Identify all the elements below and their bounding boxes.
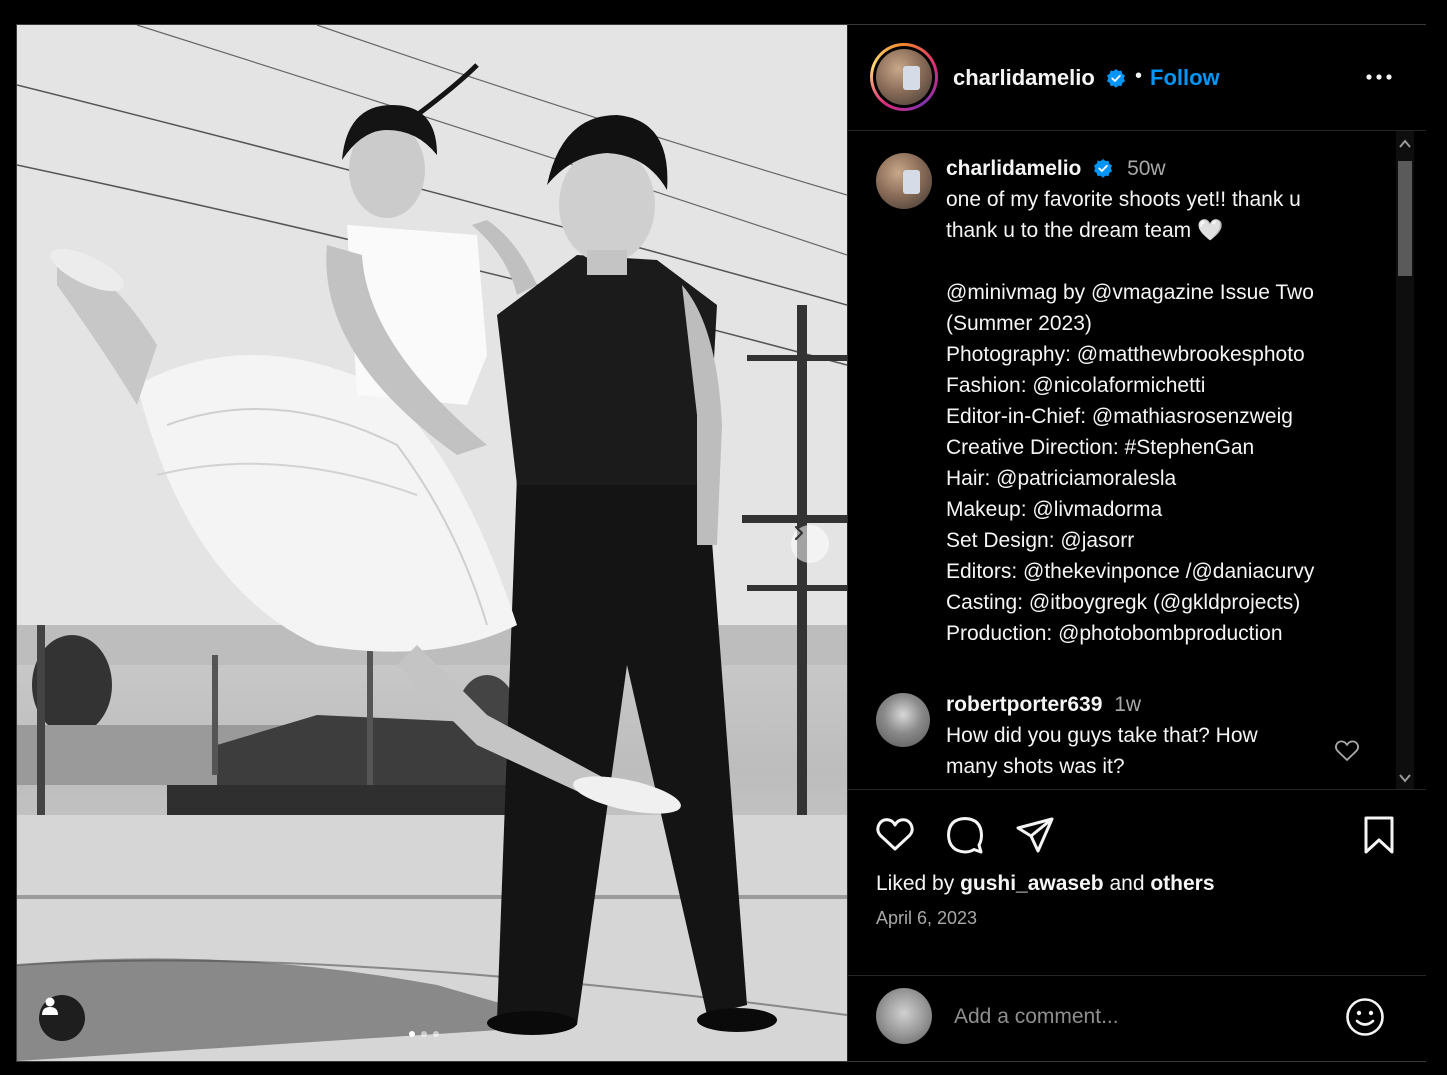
comment-composer <box>848 975 1426 1062</box>
liked-by-prefix: Liked by <box>876 872 961 895</box>
scrollbar-thumb[interactable] <box>1398 161 1412 276</box>
post-date[interactable]: April 6, 2023 <box>876 908 977 929</box>
caption-text-line: Fashion: @nicolaformichetti <box>946 374 1206 397</box>
verified-badge-icon <box>1107 69 1125 88</box>
comment-input[interactable] <box>952 998 1336 1036</box>
separator-dot: • <box>1135 65 1143 87</box>
comment-timestamp[interactable]: 1w <box>1114 693 1141 716</box>
caption-text-line: thank u to the dream team 🤍 <box>946 219 1224 242</box>
comment-text-line: How did you guys take that? How <box>946 724 1258 747</box>
chevron-right-icon <box>794 525 804 541</box>
verified-badge-icon <box>1094 159 1113 178</box>
carousel-indicator <box>409 1031 439 1037</box>
save-bookmark-icon[interactable] <box>1358 814 1400 856</box>
caption-text-line: @minivmag by @vmagazine Issue Two <box>946 281 1314 304</box>
caption-text-line: Set Design: @jasorr <box>946 529 1135 552</box>
scroll-up-arrow-icon[interactable] <box>1398 137 1412 151</box>
post-modal: charlidamelio • Follow charlidamelio 50w… <box>16 24 1426 1062</box>
post-header: charlidamelio • Follow <box>848 25 1426 131</box>
carousel-dot <box>433 1031 439 1037</box>
share-paper-plane-icon[interactable] <box>1014 814 1056 856</box>
caption-text-line: (Summer 2023) <box>946 312 1092 335</box>
liked-by-user[interactable]: gushi_awaseb <box>960 872 1104 895</box>
emoji-smiley-icon[interactable] <box>1344 996 1386 1038</box>
scroll-down-arrow-icon[interactable] <box>1398 771 1412 785</box>
author-avatar <box>876 49 932 105</box>
next-image-button[interactable] <box>791 525 829 563</box>
caption-text-line: Editors: @thekevinponce /@daniacurvy <box>946 560 1315 583</box>
current-user-avatar <box>876 988 932 1044</box>
comment-like-heart-icon[interactable] <box>1334 739 1360 763</box>
user-icon <box>42 997 58 1015</box>
comments-list[interactable]: charlidamelio 50w one of my favorite sho… <box>848 131 1426 789</box>
liked-by-others[interactable]: others <box>1150 872 1214 895</box>
like-heart-icon[interactable] <box>874 814 916 856</box>
post-actions: Liked by gushi_awaseb and others April 6… <box>848 789 1426 976</box>
comment-text-line: many shots was it? <box>946 755 1125 778</box>
author-username[interactable]: charlidamelio <box>953 65 1095 91</box>
author-avatar-story-ring[interactable] <box>870 43 938 111</box>
commenter-avatar[interactable] <box>876 693 930 747</box>
caption-author-avatar[interactable] <box>876 153 932 209</box>
liked-by-and: and <box>1103 872 1151 895</box>
comments-scrollbar[interactable] <box>1396 131 1414 789</box>
photo-illustration <box>17 25 847 1061</box>
liked-by-text: Liked by gushi_awaseb and others <box>876 872 1215 896</box>
caption-text-line: Editor-in-Chief: @mathiasrosenzweig <box>946 405 1293 428</box>
caption-text-line: Makeup: @livmadorma <box>946 498 1163 521</box>
caption-text-line: Casting: @itboygregk (@gkldprojects) <box>946 591 1301 614</box>
caption-text-line: one of my favorite shoots yet!! thank u <box>946 188 1301 211</box>
comment-bubble-icon[interactable] <box>944 814 986 856</box>
caption-text-line: Photography: @matthewbrookesphoto <box>946 343 1305 366</box>
follow-button[interactable]: Follow <box>1150 65 1220 91</box>
caption-timestamp[interactable]: 50w <box>1127 157 1166 180</box>
caption-text-line: Creative Direction: #StephenGan <box>946 436 1255 459</box>
more-horizontal-icon[interactable] <box>1362 65 1396 89</box>
caption-body: charlidamelio 50w one of my favorite sho… <box>946 153 1376 649</box>
comment-body: robertporter639 1w How did you guys take… <box>946 689 1326 782</box>
post-image[interactable] <box>17 25 847 1061</box>
caption-text-line: Hair: @patriciamoralesla <box>946 467 1177 490</box>
post-details-panel: charlidamelio • Follow charlidamelio 50w… <box>847 25 1426 1061</box>
carousel-dot <box>409 1031 415 1037</box>
commenter-username[interactable]: robertporter639 <box>946 693 1102 716</box>
carousel-dot <box>421 1031 427 1037</box>
caption-text-line: Production: @photobombproduction <box>946 622 1283 645</box>
tagged-users-button[interactable] <box>39 995 85 1041</box>
caption-username[interactable]: charlidamelio <box>946 157 1081 180</box>
